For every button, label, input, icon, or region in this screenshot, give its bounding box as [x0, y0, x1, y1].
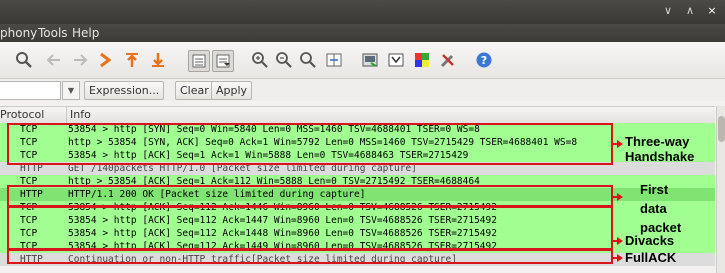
zoom-out-icon[interactable] [274, 50, 294, 70]
packet-protocol: TCP [20, 176, 38, 187]
go-to-last-icon[interactable] [148, 50, 168, 70]
expression-label: Expression... [89, 84, 160, 97]
window-titlebar: ∨ ∧ × [0, 0, 725, 24]
menu-bar: phony Tools Help [0, 24, 725, 42]
handshake-annotation-line-2: Handshake [625, 149, 695, 164]
clear-label: Clear [180, 84, 209, 97]
display-filters-icon[interactable] [386, 50, 406, 70]
normal-size-icon[interactable] [298, 50, 318, 70]
column-header-protocol[interactable]: Protocol [0, 108, 44, 121]
column-header-info[interactable]: Info [70, 108, 91, 121]
packet-row[interactable]: TCP 53854 > http [SYN] Seq=0 Win=5840 Len… [0, 123, 715, 136]
go-to-first-icon[interactable] [122, 50, 142, 70]
help-icon[interactable]: ? [474, 50, 494, 70]
search-icon[interactable] [14, 50, 34, 70]
packet-row[interactable]: TCP 53854 > http [ACK] Seq=112 Ack=1447 W… [0, 214, 715, 227]
packet-row[interactable]: TCP http > 53854 [SYN, ACK] Seq=0 Ack=1 W… [0, 136, 715, 149]
preferences-icon[interactable] [438, 50, 458, 70]
apply-button[interactable]: Apply [211, 81, 253, 100]
packet-row[interactable]: TCP 53854 > http [ACK] Seq=112 Ack=1446 W… [0, 201, 715, 214]
packet-protocol: TCP [20, 202, 38, 213]
packet-protocol: TCP [20, 241, 38, 252]
packet-protocol: TCP [20, 228, 38, 239]
menu-telephony[interactable]: phony [0, 26, 37, 40]
main-toolbar: ? [0, 42, 725, 79]
packet-protocol: HTTP [20, 189, 43, 200]
close-icon[interactable]: × [705, 4, 719, 18]
handshake-annotation: Three-way Handshake [625, 134, 694, 164]
packet-info: 53854 > http [SYN] Seq=0 Win=5840 Len=0 … [68, 124, 480, 135]
packet-info: http > 53854 [ACK] Seq=1 Ack=112 Win=588… [68, 176, 480, 187]
column-divider[interactable] [66, 107, 67, 123]
packet-list-header: Protocol Info [0, 106, 715, 124]
first-data-annotation-line-2: data [640, 201, 667, 216]
divacks-arrowhead [617, 237, 623, 245]
packet-info: 53854 > http [ACK] Seq=112 Ack=1447 Win=… [68, 215, 497, 226]
minimize-icon[interactable]: ∨ [661, 4, 675, 18]
packet-info: 53854 > http [ACK] Seq=112 Ack=1449 Win=… [68, 241, 497, 252]
resize-columns-icon[interactable] [324, 50, 344, 70]
packet-protocol: HTTP [20, 163, 43, 174]
window-controls: ∨ ∧ × [661, 4, 719, 18]
packet-info: http > 53854 [SYN, ACK] Seq=0 Ack=1 Win=… [68, 137, 578, 148]
clear-button[interactable]: Clear [175, 81, 214, 100]
packet-info: 53854 > http [ACK] Seq=112 Ack=1446 Win=… [68, 202, 497, 213]
go-forward-icon[interactable] [70, 50, 90, 70]
svg-text:?: ? [481, 54, 487, 67]
display-filter-input[interactable] [0, 81, 61, 100]
maximize-icon[interactable]: ∧ [683, 4, 697, 18]
packet-info: 53854 > http [ACK] Seq=112 Ack=1448 Win=… [68, 228, 497, 239]
packet-row[interactable]: TCP 53854 > http [ACK] Seq=1 Ack=1 Win=58… [0, 149, 715, 162]
zoom-in-icon[interactable] [250, 50, 270, 70]
coloring-rules-icon[interactable] [412, 50, 432, 70]
packet-info: HTTP/1.1 200 OK [Packet size limited dur… [68, 189, 366, 200]
packet-row[interactable]: HTTP Continuation or non-HTTP traffic[Pac… [0, 253, 715, 266]
vertical-scrollbar[interactable] [716, 106, 725, 273]
expression-button[interactable]: Expression... [84, 81, 165, 100]
packet-info: Continuation or non-HTTP traffic[Packet … [68, 254, 457, 265]
colorize-icon[interactable] [188, 50, 210, 72]
packet-info: GET /140packets HTTP/1.0 [Packet size li… [68, 163, 417, 174]
packet-row[interactable]: TCP http > 53854 [ACK] Seq=1 Ack=112 Win=… [0, 175, 715, 188]
packet-list: TCP 53854 > http [SYN] Seq=0 Win=5840 Len… [0, 123, 715, 273]
handshake-annotation-line-1: Three-way [625, 134, 690, 149]
packet-info: 53854 > http [ACK] Seq=1 Ack=1 Win=5888 … [68, 150, 469, 161]
auto-scroll-icon[interactable] [212, 50, 234, 72]
fullack-annotation: FullACK [625, 250, 677, 265]
filter-dropdown-icon[interactable]: ▼ [62, 81, 80, 100]
apply-label: Apply [216, 84, 248, 97]
capture-filters-icon[interactable] [360, 50, 380, 70]
first-data-annotation-line-1: First [640, 182, 669, 197]
packet-protocol: HTTP [20, 254, 43, 265]
first-data-annotation: First data packet [640, 180, 681, 237]
packet-row[interactable]: HTTP GET /140packets HTTP/1.0 [Packet siz… [0, 162, 715, 175]
scrollbar-thumb[interactable] [718, 116, 725, 142]
packet-row[interactable]: TCP 53854 > http [ACK] Seq=112 Ack=1449 W… [0, 240, 715, 253]
menu-help[interactable]: Help [72, 26, 99, 40]
go-to-packet-icon[interactable] [96, 50, 116, 70]
divacks-annotation: Divacks [625, 233, 675, 248]
fullack-arrowhead [617, 254, 623, 262]
first-data-arrowhead [617, 193, 623, 201]
packet-protocol: TCP [20, 124, 38, 135]
handshake-arrowhead [617, 140, 623, 148]
menu-tools[interactable]: Tools [38, 26, 68, 40]
packet-row[interactable]: TCP 53854 > http [ACK] Seq=112 Ack=1448 W… [0, 227, 715, 240]
packet-protocol: TCP [20, 215, 38, 226]
filter-bar: ▼ Expression... Clear Apply [0, 79, 725, 101]
packet-row[interactable]: HTTP HTTP/1.1 200 OK [Packet size limited… [0, 188, 715, 201]
packet-protocol: TCP [20, 137, 38, 148]
packet-protocol: TCP [20, 150, 38, 161]
go-back-icon[interactable] [44, 50, 64, 70]
